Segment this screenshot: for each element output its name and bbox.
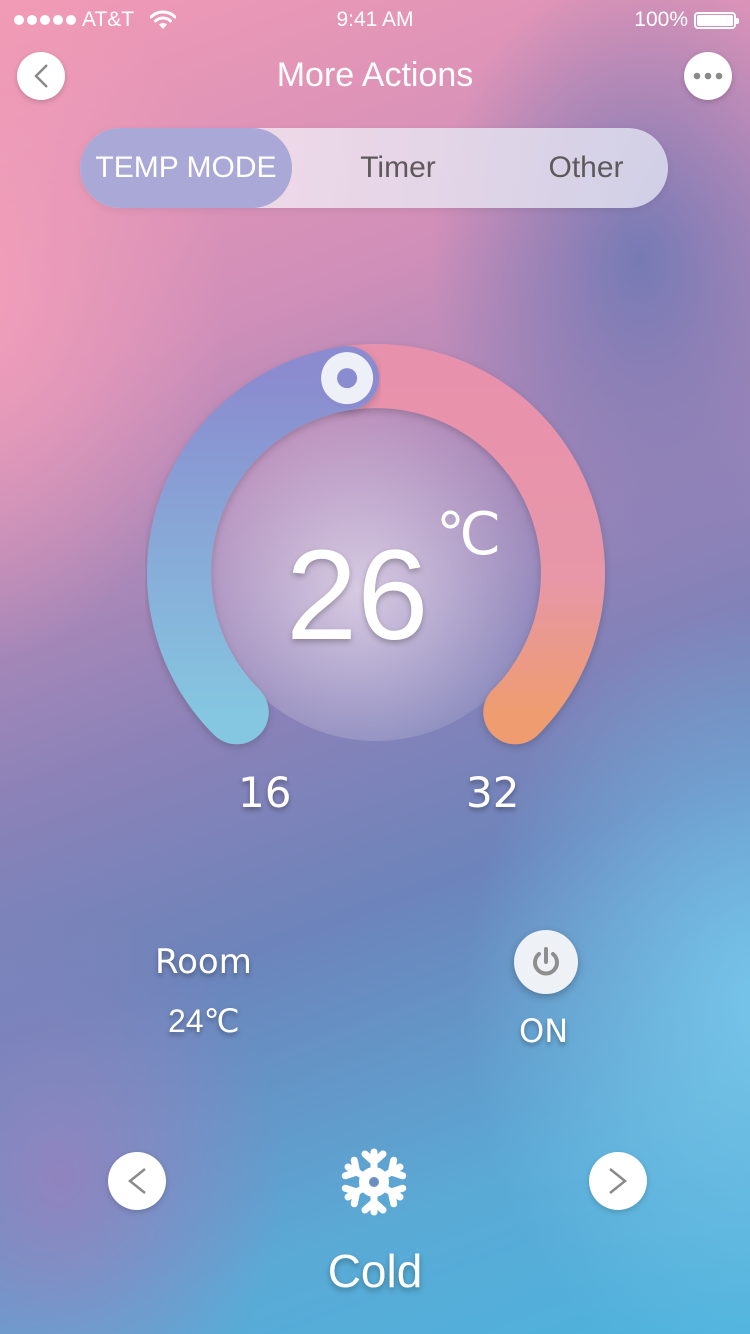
- temperature-dial: [147, 344, 605, 745]
- setpoint-unit: ℃: [436, 502, 502, 567]
- power-state-label: ON: [519, 1012, 569, 1050]
- max-temp-label: 32: [466, 768, 520, 817]
- mode-label: Cold: [327, 1245, 423, 1297]
- room-temperature: 24℃: [168, 1003, 240, 1039]
- power-icon: [533, 947, 559, 976]
- power-button[interactable]: [514, 930, 578, 994]
- room-label: Room: [155, 942, 252, 982]
- dial-knob[interactable]: [317, 348, 378, 409]
- setpoint-value: 26: [286, 524, 429, 667]
- min-temp-label: 16: [238, 768, 292, 817]
- chevron-right-icon: [609, 1168, 628, 1194]
- next-mode-button[interactable]: [589, 1152, 647, 1210]
- snowflake-icon: [341, 1148, 407, 1216]
- chevron-left-icon: [127, 1168, 146, 1194]
- prev-mode-button[interactable]: [108, 1152, 166, 1210]
